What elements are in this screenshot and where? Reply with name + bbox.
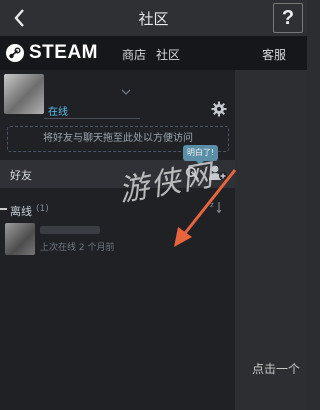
friend-avatar[interactable]	[5, 223, 35, 255]
friend-name[interactable]	[40, 226, 100, 234]
gear-icon[interactable]	[211, 101, 227, 117]
chat-area	[235, 70, 307, 410]
nav-store[interactable]: 商店	[122, 46, 146, 63]
chat-placeholder-text: 点击一个	[252, 362, 301, 376]
chevron-down-icon[interactable]	[120, 88, 132, 96]
app-header: 社区 ?	[0, 0, 307, 36]
page-title: 社区	[138, 10, 169, 28]
help-button[interactable]: ?	[273, 3, 303, 33]
steam-logo[interactable]: STEAM	[5, 42, 98, 64]
online-status: 在线	[48, 107, 68, 118]
divider	[44, 118, 140, 119]
steam-logo-text: STEAM	[29, 42, 98, 63]
arrow-icon	[174, 169, 237, 247]
friends-label: 好友	[10, 169, 32, 182]
avatar[interactable]	[4, 74, 44, 114]
steam-logo-icon	[6, 44, 24, 62]
friend-last-online: 上次在线 2 个月前	[40, 243, 115, 253]
nav-community[interactable]: 社区	[156, 46, 180, 63]
steam-navbar: STEAM 商店 社区 客服	[0, 36, 307, 70]
offline-group-count: (1)	[36, 204, 49, 214]
offline-group-label[interactable]: 离线	[10, 203, 32, 219]
collapse-icon[interactable]	[0, 208, 7, 210]
nav-support[interactable]: 客服	[262, 46, 286, 63]
